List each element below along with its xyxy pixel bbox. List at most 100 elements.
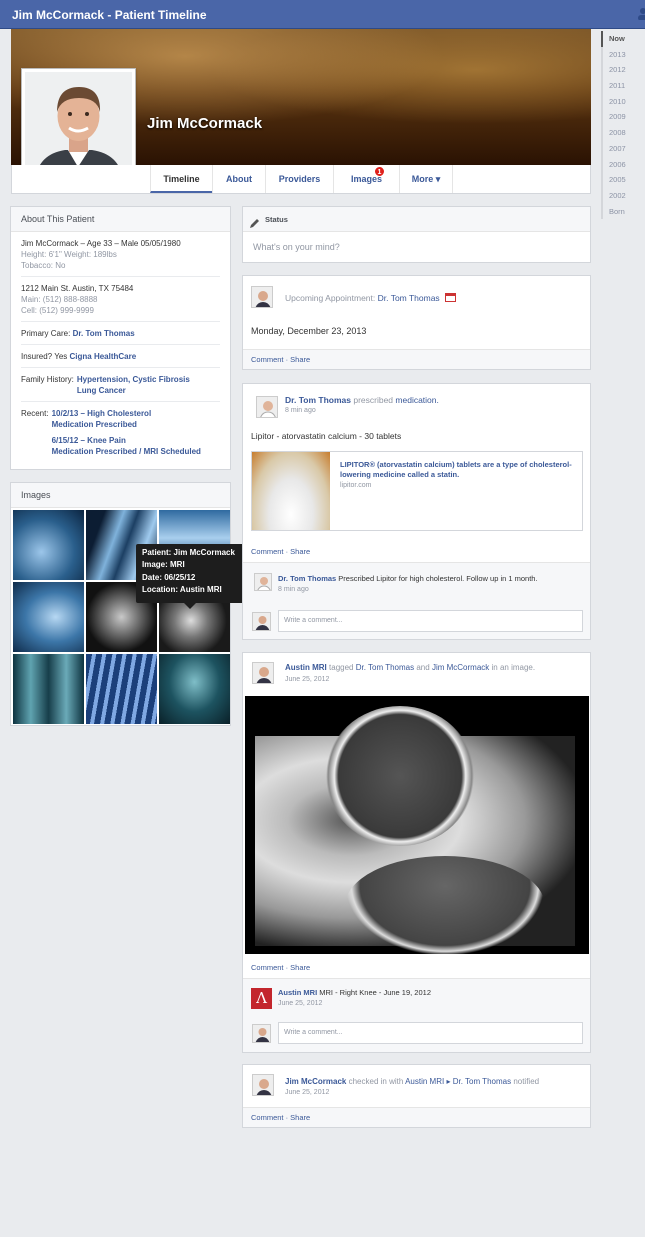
tooltip-line: Image: MRI bbox=[142, 560, 185, 570]
place-link[interactable]: Austin MRI bbox=[405, 1077, 444, 1086]
year-item[interactable]: 2010 bbox=[603, 94, 645, 110]
primary-care-link[interactable]: Dr. Tom Thomas bbox=[73, 329, 135, 338]
comment-input[interactable]: Write a comment... bbox=[278, 610, 583, 632]
post-actions[interactable]: Comment · Share bbox=[243, 542, 590, 562]
commenter-avatar[interactable] bbox=[254, 573, 272, 591]
clinic-avatar[interactable] bbox=[252, 662, 274, 684]
top-bar: Jim McCormack - Patient Timeline bbox=[0, 0, 645, 29]
post-actions[interactable]: Comment · Share bbox=[243, 1107, 590, 1127]
clinic-logo-icon[interactable]: Λ bbox=[251, 988, 272, 1009]
insurance-section: Insured? Yes Cigna HealthCare bbox=[21, 345, 220, 368]
comment-time: June 25, 2012 bbox=[278, 1000, 323, 1007]
patient-avatar[interactable] bbox=[252, 1074, 274, 1096]
year-item[interactable]: 2002 bbox=[603, 188, 645, 204]
insurance-link[interactable]: Cigna HealthCare bbox=[70, 352, 137, 361]
comment: Austin MRI MRI - Right Knee - June 19, 2… bbox=[278, 988, 431, 997]
doctor-link[interactable]: Dr. Tom Thomas bbox=[453, 1077, 511, 1086]
comment-author[interactable]: Austin MRI bbox=[278, 988, 317, 997]
comments-area: Λ Austin MRI MRI - Right Knee - June 19,… bbox=[243, 978, 590, 1052]
doctor-link[interactable]: Dr. Tom Thomas bbox=[378, 293, 440, 303]
address-section: 1212 Main St. Austin, TX 75484 Main: (51… bbox=[21, 277, 220, 322]
status-header: Status bbox=[243, 207, 590, 232]
xray-thumbnail[interactable] bbox=[13, 654, 84, 724]
year-item[interactable]: 2008 bbox=[603, 125, 645, 141]
tab-providers[interactable]: Providers bbox=[265, 165, 333, 193]
post-header: Jim McCormack checked in with Austin MRI… bbox=[285, 1077, 539, 1086]
image-tooltip: Patient: Jim McCormack Image: MRI Date: … bbox=[136, 544, 244, 609]
year-item[interactable]: Born bbox=[603, 204, 645, 220]
year-item[interactable]: Now bbox=[601, 31, 645, 47]
status-label: Status bbox=[265, 215, 288, 224]
demographics-section: Jim McCormack – Age 33 – Male 05/05/1980… bbox=[21, 232, 220, 277]
images-header: Images bbox=[11, 483, 230, 508]
post-header: Dr. Tom Thomas prescribed medication. bbox=[285, 395, 439, 405]
tooltip-line: Patient: Jim McCormack bbox=[142, 548, 235, 557]
year-navigation: Now 2013 2012 2011 2010 2009 2008 2007 2… bbox=[601, 31, 645, 220]
family-history-link[interactable]: Hypertension, Cystic Fibrosis bbox=[77, 374, 190, 385]
post-suffix: notified bbox=[513, 1077, 540, 1086]
tab-timeline[interactable]: Timeline bbox=[150, 165, 212, 193]
xray-thumbnail[interactable] bbox=[159, 654, 230, 724]
about-card: About This Patient Jim McCormack – Age 3… bbox=[10, 206, 231, 470]
recent-event-link[interactable]: Medication Prescribed / MRI Scheduled bbox=[52, 446, 201, 457]
tagged-person-link[interactable]: Jim McCormack bbox=[432, 663, 489, 672]
doctor-avatar[interactable] bbox=[256, 396, 278, 418]
year-item[interactable]: 2011 bbox=[603, 78, 645, 94]
post-suffix: in an image. bbox=[491, 663, 536, 672]
mri-image[interactable] bbox=[245, 696, 589, 954]
family-history-link[interactable]: Lung Cancer bbox=[77, 385, 190, 396]
comment-time: 8 min ago bbox=[278, 586, 309, 593]
post-verb: prescribed bbox=[353, 395, 394, 405]
link-title[interactable]: LIPITOR® (atorvastatin calcium) tablets … bbox=[340, 460, 575, 480]
status-composer: Status What's on your mind? bbox=[242, 206, 591, 263]
author-link[interactable]: Austin MRI bbox=[285, 663, 327, 672]
year-item[interactable]: 2012 bbox=[603, 62, 645, 78]
family-history-section: Family History: Hypertension, Cystic Fib… bbox=[21, 368, 220, 402]
tagged-person-link[interactable]: Dr. Tom Thomas bbox=[356, 663, 414, 672]
post-actions[interactable]: Comment · Share bbox=[243, 349, 590, 369]
comment-author[interactable]: Dr. Tom Thomas bbox=[278, 574, 336, 583]
medication-link[interactable]: medication. bbox=[395, 395, 438, 405]
pill-bottle-image bbox=[252, 452, 330, 530]
post-time: June 25, 2012 bbox=[285, 1089, 330, 1096]
window-title: Jim McCormack - Patient Timeline bbox=[12, 8, 207, 22]
recent-event-link[interactable]: Medication Prescribed bbox=[52, 419, 201, 430]
mri-post: Austin MRI tagged Dr. Tom Thomas and Jim… bbox=[242, 652, 591, 1053]
xray-thumbnail[interactable] bbox=[13, 582, 84, 652]
calendar-icon[interactable] bbox=[445, 293, 457, 302]
year-item[interactable]: 2006 bbox=[603, 157, 645, 173]
post-time: June 25, 2012 bbox=[285, 676, 330, 683]
user-icon[interactable] bbox=[635, 6, 645, 20]
year-item[interactable]: 2009 bbox=[603, 109, 645, 125]
tab-about[interactable]: About bbox=[212, 165, 265, 193]
arrow-icon: ▸ bbox=[446, 1077, 451, 1086]
post-and: and bbox=[416, 663, 430, 672]
recent-label: Recent: bbox=[21, 409, 49, 418]
checkin-post: Jim McCormack checked in with Austin MRI… bbox=[242, 1064, 591, 1128]
tab-images[interactable]: Images 1 bbox=[333, 165, 399, 193]
height-weight: Height: 6'1" Weight: 189lbs bbox=[21, 250, 117, 259]
post-actions[interactable]: Comment · Share bbox=[243, 958, 590, 978]
author-link[interactable]: Dr. Tom Thomas bbox=[285, 395, 351, 405]
images-card: Images bbox=[10, 482, 231, 726]
author-link[interactable]: Jim McCormack bbox=[285, 1077, 346, 1086]
year-item[interactable]: 2007 bbox=[603, 141, 645, 157]
about-header: About This Patient bbox=[11, 207, 230, 232]
xray-thumbnail[interactable] bbox=[13, 510, 84, 580]
year-item[interactable]: 2005 bbox=[603, 172, 645, 188]
viewer-avatar bbox=[252, 612, 271, 631]
recent-event-link[interactable]: 6/15/12 – Knee Pain bbox=[52, 435, 201, 446]
notification-badge: 1 bbox=[374, 166, 385, 177]
status-input[interactable]: What's on your mind? bbox=[253, 242, 340, 252]
year-item[interactable]: 2013 bbox=[603, 47, 645, 63]
tooltip-line: Location: Austin MRI bbox=[142, 584, 222, 594]
doctor-avatar[interactable] bbox=[251, 286, 273, 308]
comment-text: MRI - Right Knee - June 19, 2012 bbox=[319, 988, 431, 997]
recent-event-link[interactable]: 10/2/13 – High Cholesterol bbox=[52, 408, 201, 419]
link-preview[interactable]: LIPITOR® (atorvastatin calcium) tablets … bbox=[251, 451, 583, 531]
tab-more[interactable]: More ▾ bbox=[399, 165, 453, 193]
comment-input[interactable]: Write a comment... bbox=[278, 1022, 583, 1044]
xray-thumbnail[interactable] bbox=[86, 654, 157, 724]
family-history-label: Family History: bbox=[21, 375, 74, 384]
recent-section: Recent: 10/2/13 – High Cholesterol Medic… bbox=[21, 402, 220, 462]
